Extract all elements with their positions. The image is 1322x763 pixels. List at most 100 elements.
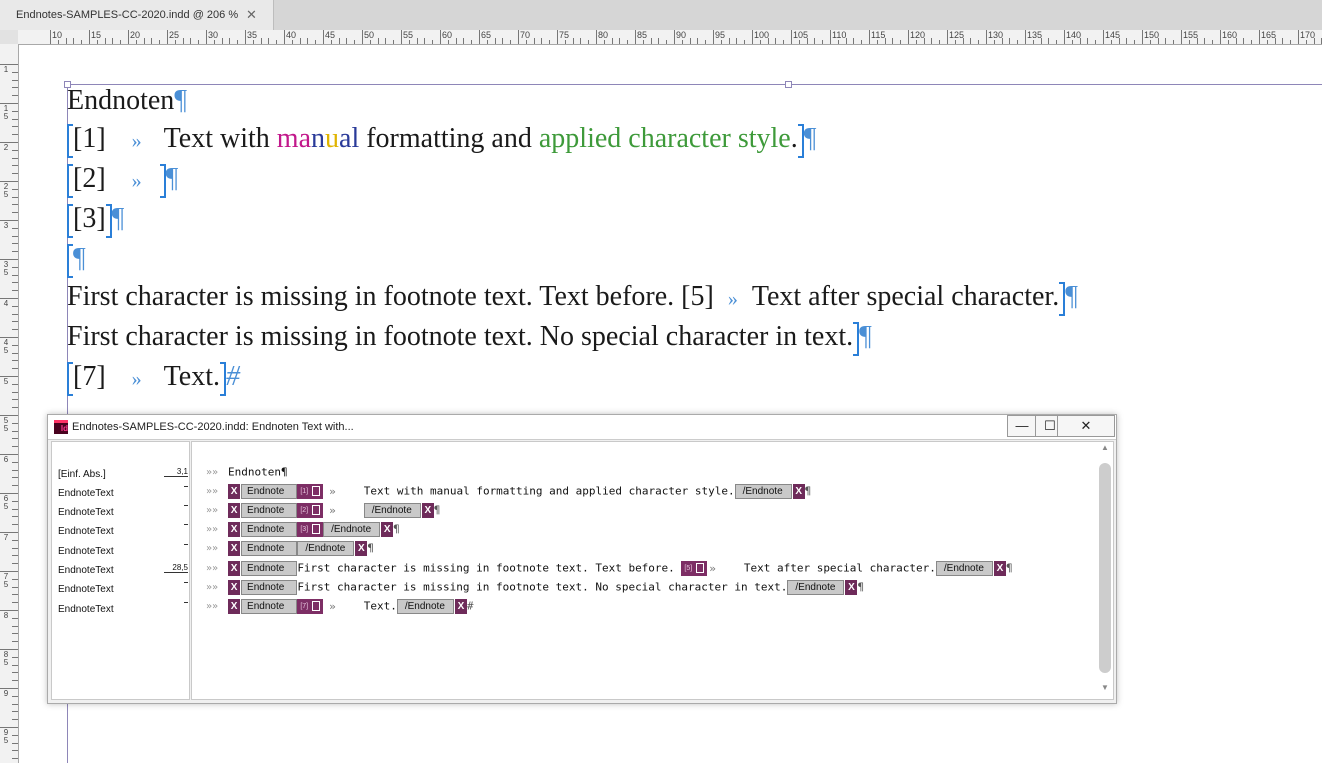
- endnote-reference-marker[interactable]: [5]: [681, 560, 708, 576]
- ruler-minor-tick: [705, 40, 707, 44]
- style-row: EndnoteText: [58, 601, 188, 620]
- endnote-open-tag[interactable]: X Endnote: [228, 560, 298, 576]
- endnote-close-tag[interactable]: /Endnote X: [935, 560, 1006, 576]
- style-row: EndnoteText 28,5: [58, 562, 188, 581]
- ruler-minor-tick: [12, 516, 18, 518]
- ruler-minor-tick: [783, 40, 785, 44]
- ruler-label: 1: [3, 65, 9, 74]
- endnote-close-tag[interactable]: /Endnote X: [734, 483, 805, 499]
- story-line: »» X Endnote/Endnote X ¶: [206, 538, 374, 557]
- manual-char: a: [298, 123, 312, 154]
- ruler-minor-tick: [151, 38, 153, 44]
- horizontal-ruler[interactable]: 10 15 20 25 30 35 40 45 50 55 60 65 70 75 80 85 90 95 100 1…: [18, 30, 1322, 45]
- ruler-label: 90: [676, 30, 687, 40]
- vertical-scrollbar[interactable]: ▲ ▼: [1099, 443, 1111, 695]
- ruler-major-tick: [0, 415, 18, 416]
- endnote-open-tag[interactable]: X Endnote: [228, 540, 298, 556]
- pilcrow: ¶: [804, 484, 812, 498]
- ruler-minor-tick: [12, 360, 18, 362]
- ruler-minor-tick: [377, 38, 379, 44]
- ruler-minor-tick: [291, 40, 293, 44]
- ruler-minor-tick: [510, 40, 512, 44]
- ruler-minor-tick: [564, 40, 566, 44]
- ruler-minor-tick: [12, 227, 18, 229]
- endnote-open-tag[interactable]: X Endnote: [228, 502, 298, 518]
- ruler-major-tick: [0, 142, 18, 143]
- ruler-minor-tick: [12, 157, 18, 159]
- endnote-close-tag[interactable]: /Endnote X: [787, 579, 858, 595]
- ruler-label: 7: [3, 533, 9, 542]
- pilcrow: ¶: [393, 522, 400, 536]
- vertical-ruler[interactable]: 1 1 5 2 2 5 3 3 5 4 4 5 5 5 5 6 6 5 7 7 5 8 8 5 9 9 5: [0, 44, 19, 763]
- ruler-minor-tick: [12, 524, 18, 526]
- tag-x-icon: X: [355, 540, 368, 556]
- scrollbar-thumb[interactable]: [1099, 463, 1111, 673]
- scroll-down-icon[interactable]: ▼: [1101, 683, 1109, 692]
- ruler-minor-tick: [12, 266, 18, 268]
- ruler-minor-tick: [541, 38, 543, 44]
- ruler-minor-tick: [12, 274, 18, 276]
- document-tab[interactable]: Endnotes-SAMPLES-CC-2020.indd @ 206 % ✕: [0, 0, 274, 30]
- tag-label: Endnote: [241, 560, 298, 576]
- endnote-reference-marker[interactable]: [3]: [297, 521, 324, 537]
- ruler-minor-tick: [822, 40, 824, 44]
- endnote-open-tag[interactable]: X Endnote: [228, 598, 298, 614]
- ruler-minor-tick: [1282, 38, 1284, 44]
- endnote-close-tag[interactable]: /Endnote X: [297, 540, 368, 556]
- ruler-minor-tick: [486, 40, 488, 44]
- frame-handle[interactable]: [785, 81, 792, 88]
- endnote-number: [1]: [73, 123, 106, 154]
- story-text-area[interactable]: »» Endnoten¶ »» X Endnote [1]» Text with manu…: [191, 441, 1114, 700]
- depth-ruler-value: [184, 524, 188, 525]
- ruler-major-tick: [0, 493, 18, 494]
- ruler-minor-tick: [1243, 38, 1245, 44]
- tab-marker: »: [329, 484, 336, 498]
- ruler-major-tick: [0, 181, 18, 182]
- endnote-open-tag[interactable]: X Endnote: [228, 521, 298, 537]
- endnote-close-tag[interactable]: /Endnote X: [396, 598, 467, 614]
- tab-close-icon[interactable]: ✕: [246, 7, 257, 23]
- ruler-minor-tick: [12, 656, 18, 658]
- ruler-major-tick: [0, 376, 18, 377]
- ruler-minor-tick: [1071, 40, 1073, 44]
- endnote-paragraph-5: First character is missing in footnote t…: [67, 278, 1078, 316]
- ruler-minor-tick: [720, 40, 722, 44]
- endnote-text: First character is missing in footnote t…: [67, 281, 682, 312]
- ruler-minor-tick: [393, 40, 395, 44]
- ruler-minor-tick: [12, 383, 18, 385]
- endnote-reference-marker[interactable]: [2]: [297, 502, 324, 518]
- tab-marker: »: [131, 368, 142, 390]
- ruler-minor-tick: [12, 477, 18, 479]
- ruler-minor-tick: [1212, 40, 1214, 44]
- story-editor-window[interactable]: Id Endnotes-SAMPLES-CC-2020.indd: Endnot…: [47, 414, 1117, 704]
- scroll-up-icon[interactable]: ▲: [1101, 443, 1109, 452]
- ruler-minor-tick: [12, 321, 18, 323]
- ruler-minor-tick: [775, 38, 777, 44]
- ruler-origin[interactable]: [0, 30, 19, 45]
- ruler-label: 5: [3, 377, 9, 386]
- endnote-close-tag[interactable]: /Endnote X: [363, 502, 434, 518]
- endnote-text: Text with: [163, 123, 277, 154]
- tag-label: /Endnote: [396, 598, 454, 614]
- story-editor-titlebar[interactable]: Id Endnotes-SAMPLES-CC-2020.indd: Endnot…: [48, 415, 1116, 440]
- ruler-minor-tick: [1001, 38, 1003, 44]
- endnote-close-tag[interactable]: /Endnote X: [323, 521, 394, 537]
- minimize-button[interactable]: —: [1007, 415, 1037, 437]
- ruler-label: 115: [871, 30, 886, 40]
- ruler-minor-tick: [81, 40, 83, 44]
- ruler-minor-tick: [12, 664, 18, 666]
- ruler-minor-tick: [806, 38, 808, 44]
- ruler-minor-tick: [923, 38, 925, 44]
- endnote-reference-marker[interactable]: [7]: [297, 598, 324, 614]
- endnote-open-tag[interactable]: X Endnote: [228, 579, 298, 595]
- ruler-minor-tick: [884, 38, 886, 44]
- ruler-minor-tick: [229, 38, 231, 44]
- ruler-minor-tick: [892, 38, 894, 44]
- ruler-minor-tick: [120, 40, 122, 44]
- pilcrow: ¶: [857, 580, 865, 594]
- close-window-button[interactable]: ✕: [1057, 415, 1115, 437]
- ruler-minor-tick: [1251, 40, 1253, 44]
- endnote-reference-marker[interactable]: [1]: [297, 483, 324, 499]
- endnote-open-tag[interactable]: X Endnote: [228, 483, 298, 499]
- ruler-minor-tick: [12, 126, 18, 128]
